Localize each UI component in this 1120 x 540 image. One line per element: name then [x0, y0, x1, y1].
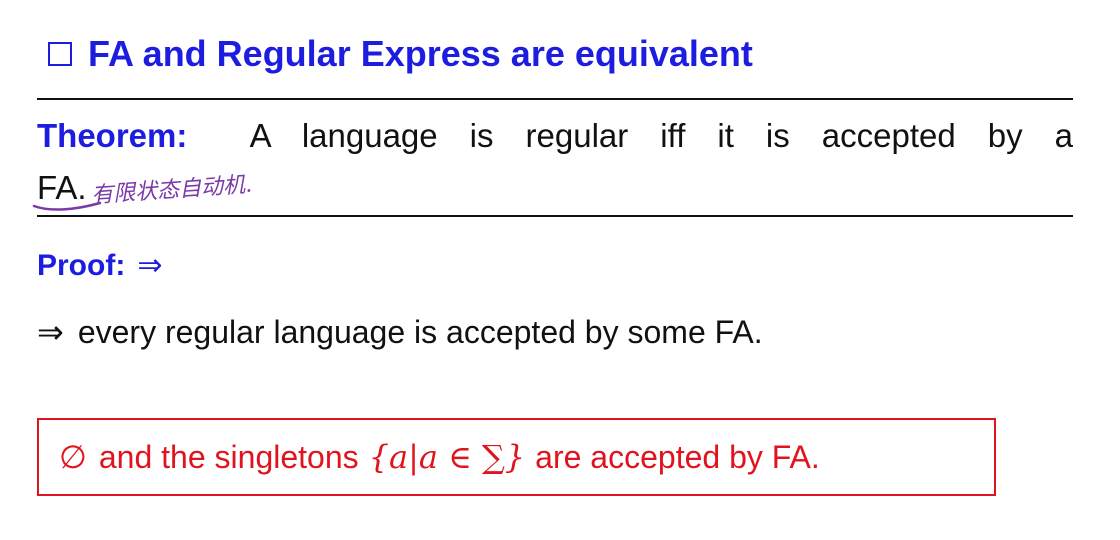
handwritten-underline-icon — [32, 201, 102, 211]
boxed-text-before: and the singletons — [98, 438, 359, 475]
theorem-line: Theorem: A language is regular iff it is… — [37, 110, 1073, 162]
square-box-icon — [48, 42, 72, 66]
slide: FA and Regular Express are equivalent Th… — [0, 0, 1120, 540]
theorem-label: Theorem: — [37, 117, 188, 154]
boxed-statement: ∅ and the singletons {a|a ∈ ∑} are accep… — [37, 418, 996, 496]
boxed-text-after: are accepted by FA. — [535, 438, 820, 475]
slide-title-text: FA and Regular Express are equivalent — [88, 33, 753, 74]
empty-set-symbol: ∅ — [59, 438, 87, 476]
implies-arrow: ⇒ — [137, 249, 163, 282]
slide-title: FA and Regular Express are equivalent — [48, 30, 753, 78]
top-divider — [37, 98, 1073, 100]
bottom-divider — [37, 215, 1073, 217]
proof-label: Proof: — [37, 249, 126, 282]
proof-heading: Proof: ⇒ — [37, 248, 162, 283]
theorem-text: A language is regular iff it is accepted… — [249, 117, 1073, 154]
boxed-math: {a|a ∈ ∑} — [368, 438, 526, 476]
claim-line: ⇒ every regular language is accepted by s… — [37, 313, 763, 351]
claim-arrow: ⇒ — [37, 314, 64, 350]
handwritten-annotation: 有限状态自动机. — [90, 172, 253, 209]
claim-text: every regular language is accepted by so… — [77, 314, 763, 350]
